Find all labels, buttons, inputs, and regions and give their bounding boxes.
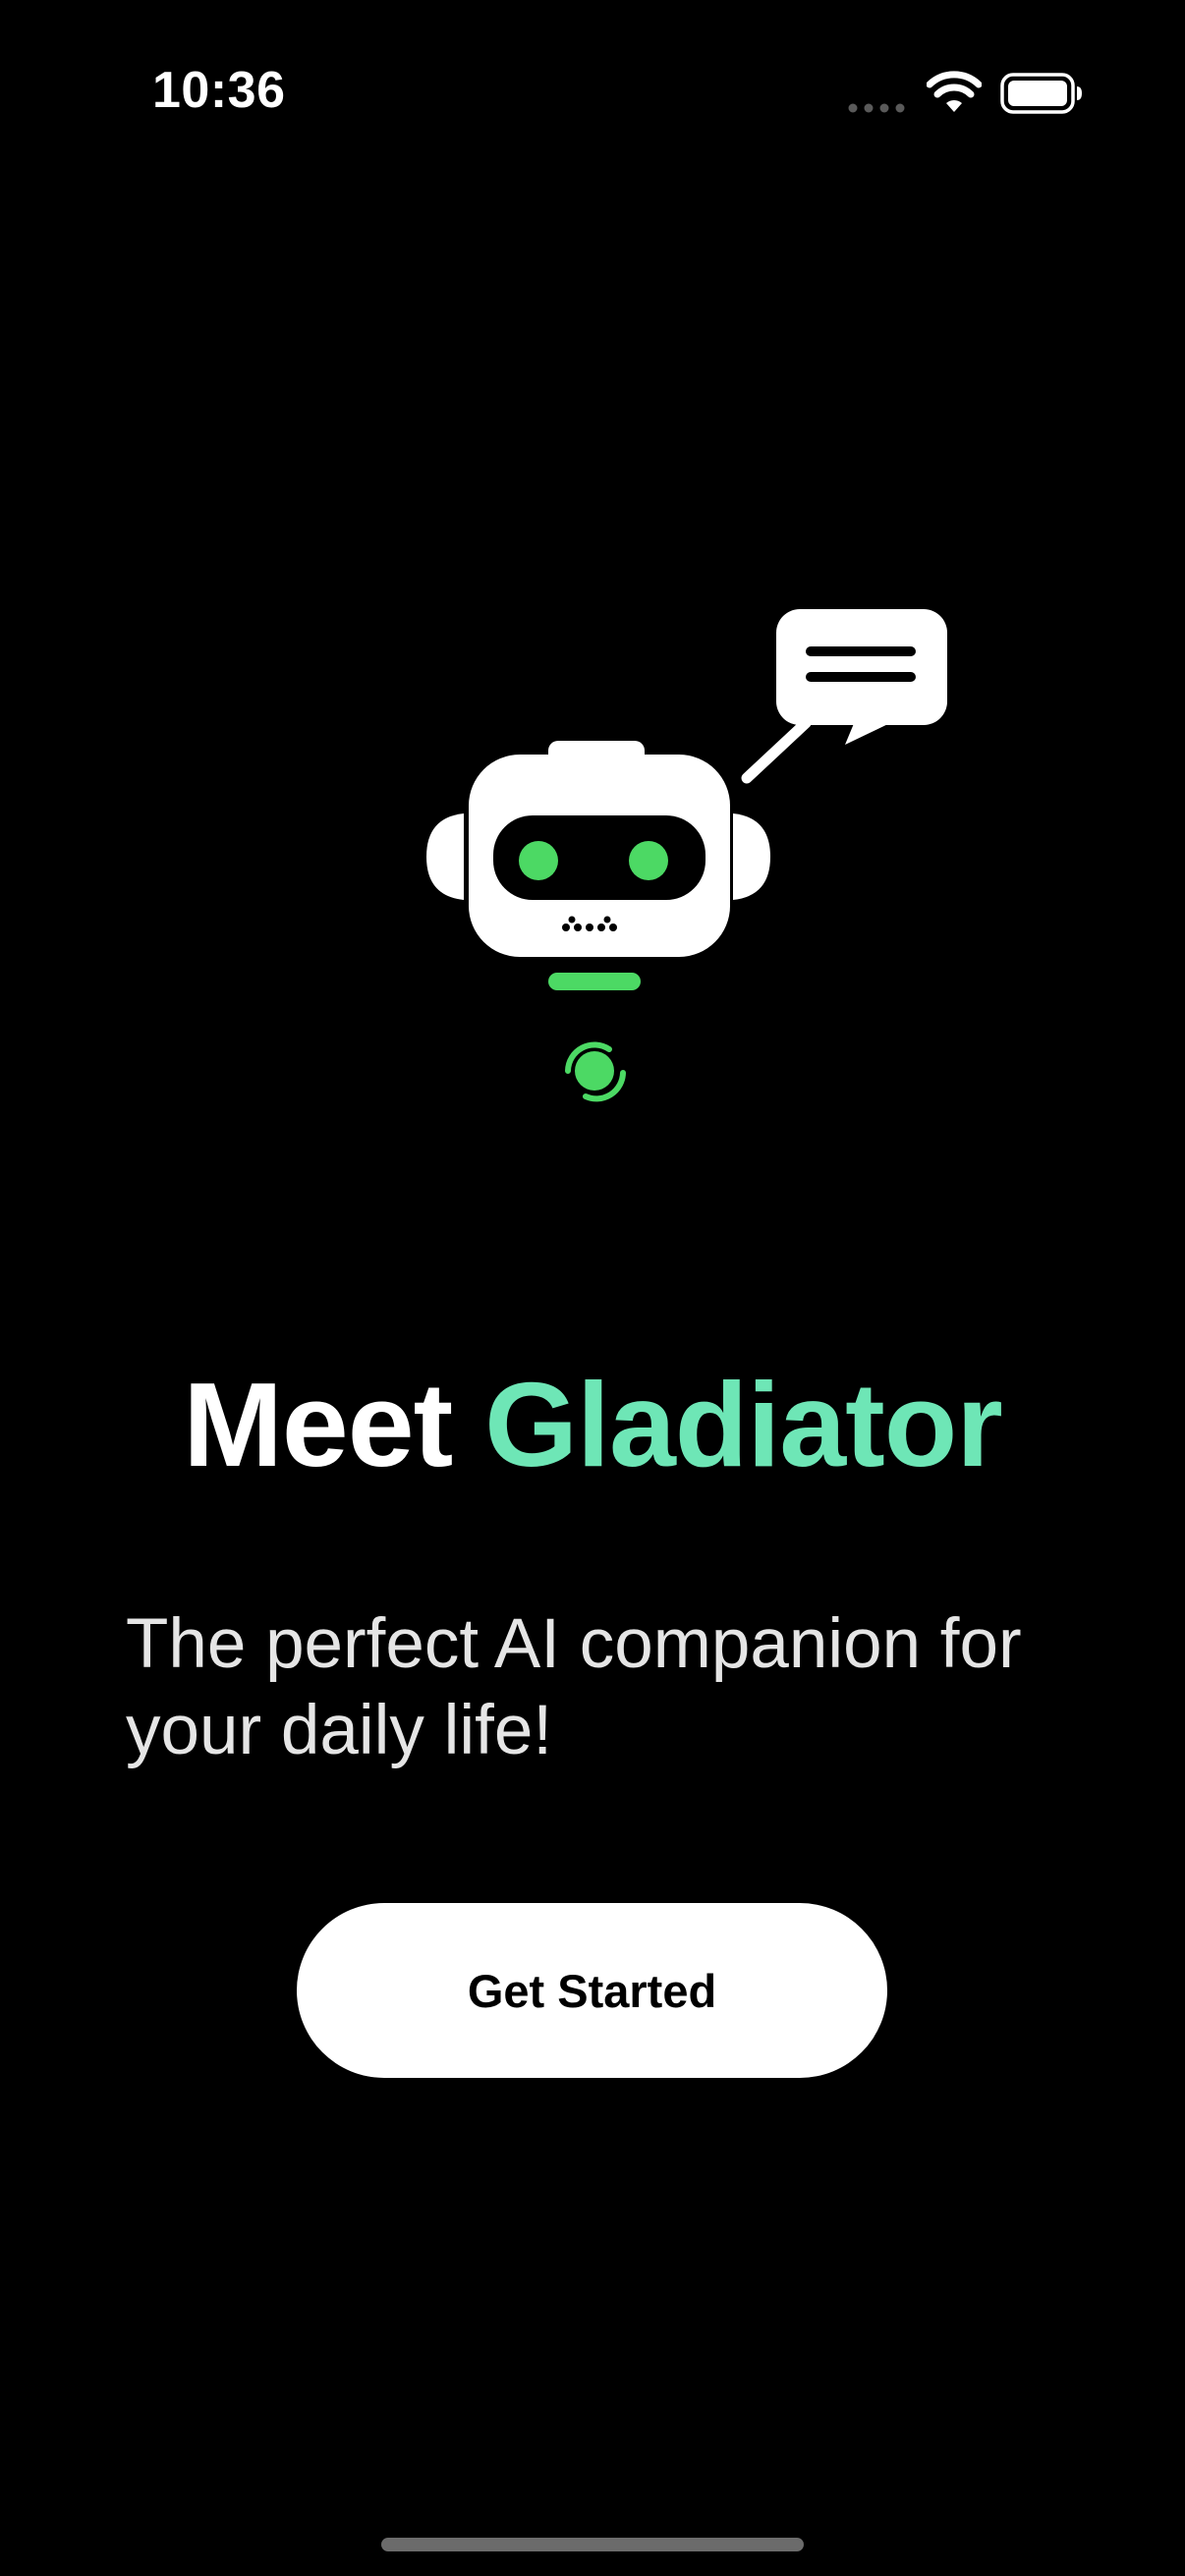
speech-bubble-icon	[741, 609, 947, 784]
status-bar: 10:36	[0, 0, 1185, 187]
headline: Meet Gladiator	[0, 1361, 1185, 1488]
robot-chat-icon	[426, 609, 947, 1102]
wifi-icon	[927, 71, 982, 112]
status-time: 10:36	[152, 62, 286, 119]
battery-icon	[1000, 73, 1082, 114]
home-indicator[interactable]	[381, 2538, 804, 2551]
headline-prefix: Meet	[183, 1358, 485, 1491]
subtitle: The perfect AI companion for your daily …	[126, 1605, 1022, 1769]
get-started-button[interactable]: Get Started	[297, 1903, 887, 2078]
headline-brand: Gladiator	[484, 1358, 1003, 1491]
cellular-dots-icon	[848, 103, 905, 113]
